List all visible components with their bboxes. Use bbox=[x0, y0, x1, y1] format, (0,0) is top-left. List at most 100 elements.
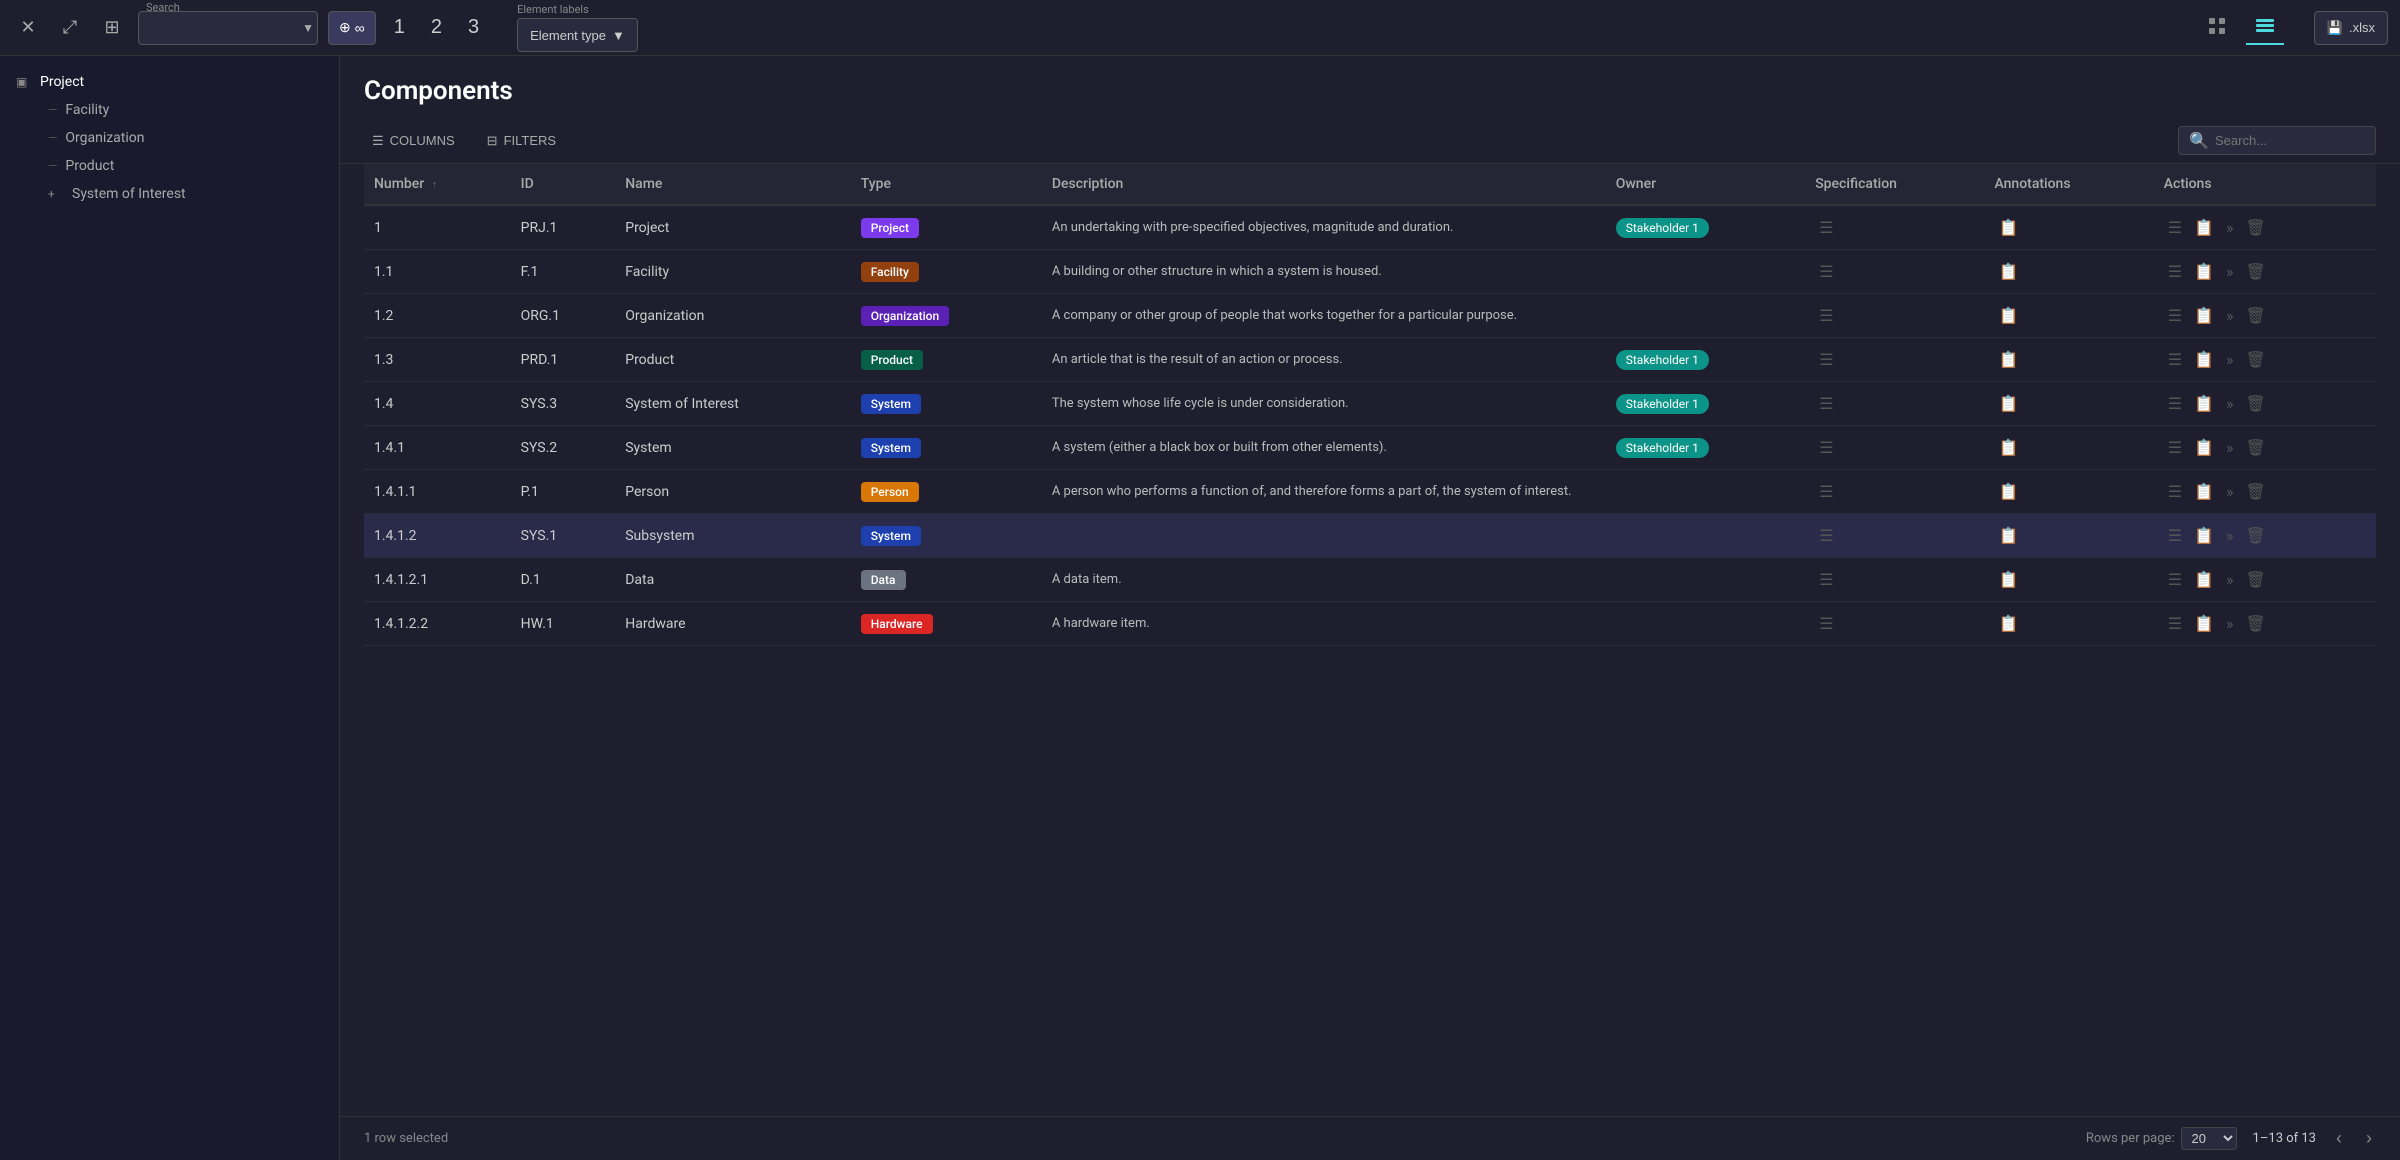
expand-button[interactable]: ⤢ bbox=[54, 12, 86, 44]
table-row[interactable]: 1.4 SYS.3 System of Interest System The … bbox=[364, 382, 2376, 426]
notes-icon[interactable]: 📋 bbox=[2190, 304, 2218, 327]
delete-row-icon[interactable]: 🗑 bbox=[2242, 216, 2270, 239]
rows-per-page-select[interactable]: 20 50 100 bbox=[2181, 1127, 2237, 1150]
checklist-icon[interactable]: ☰ bbox=[2164, 392, 2186, 415]
table-row[interactable]: 1.4.1.2 SYS.1 Subsystem System ☰ 📋 ☰ 📋 »… bbox=[364, 514, 2376, 558]
sidebar-item-product[interactable]: — Product bbox=[0, 152, 339, 180]
layer-button[interactable]: ⊕ ∞ bbox=[328, 11, 376, 45]
table-view-button[interactable] bbox=[2246, 11, 2284, 45]
expand-row-icon[interactable]: » bbox=[2222, 216, 2238, 239]
spec-icon[interactable]: ☰ bbox=[1815, 480, 1837, 503]
close-button[interactable]: ✕ bbox=[12, 12, 44, 44]
annot-icon[interactable]: 📋 bbox=[1994, 436, 2022, 459]
actions-cell: ☰ 📋 » 🗑 bbox=[2164, 392, 2366, 415]
cell-number: 1.4.1.1 bbox=[364, 470, 511, 514]
expand-row-icon[interactable]: » bbox=[2222, 568, 2238, 591]
tree-view-button[interactable] bbox=[2198, 11, 2236, 45]
expand-row-icon[interactable]: » bbox=[2222, 304, 2238, 327]
checklist-icon[interactable]: ☰ bbox=[2164, 260, 2186, 283]
spec-icon[interactable]: ☰ bbox=[1815, 260, 1837, 283]
delete-row-icon[interactable]: 🗑 bbox=[2242, 524, 2270, 547]
expand-row-icon[interactable]: » bbox=[2222, 524, 2238, 547]
sidebar-item-project[interactable]: ▣ Project bbox=[0, 68, 339, 96]
cell-description: A company or other group of people that … bbox=[1042, 294, 1606, 338]
spec-icon[interactable]: ☰ bbox=[1815, 436, 1837, 459]
annot-icon[interactable]: 📋 bbox=[1994, 392, 2022, 415]
delete-row-icon[interactable]: 🗑 bbox=[2242, 612, 2270, 635]
columns-button[interactable]: ☰ COLUMNS bbox=[364, 129, 463, 153]
checklist-icon[interactable]: ☰ bbox=[2164, 436, 2186, 459]
notes-icon[interactable]: 📋 bbox=[2190, 524, 2218, 547]
delete-row-icon[interactable]: 🗑 bbox=[2242, 480, 2270, 503]
expand-row-icon[interactable]: » bbox=[2222, 392, 2238, 415]
spec-icon[interactable]: ☰ bbox=[1815, 612, 1837, 635]
annot-icon[interactable]: 📋 bbox=[1994, 304, 2022, 327]
expand-row-icon[interactable]: » bbox=[2222, 612, 2238, 635]
spec-icon[interactable]: ☰ bbox=[1815, 392, 1837, 415]
expand-row-icon[interactable]: » bbox=[2222, 436, 2238, 459]
delete-row-icon[interactable]: 🗑 bbox=[2242, 392, 2270, 415]
num3-button[interactable]: 3 bbox=[460, 11, 487, 45]
filters-button[interactable]: ⊟ FILTERS bbox=[479, 129, 564, 153]
checklist-icon[interactable]: ☰ bbox=[2164, 304, 2186, 327]
search-input[interactable] bbox=[138, 11, 318, 45]
notes-icon[interactable]: 📋 bbox=[2190, 260, 2218, 283]
sidebar-item-facility[interactable]: — Facility bbox=[0, 96, 339, 124]
owner-badge: Stakeholder 1 bbox=[1616, 218, 1709, 238]
annot-icon[interactable]: 📋 bbox=[1994, 480, 2022, 503]
sidebar-item-organization[interactable]: — Organization bbox=[0, 124, 339, 152]
annot-icon[interactable]: 📋 bbox=[1994, 568, 2022, 591]
annot-icon[interactable]: 📋 bbox=[1994, 216, 2022, 239]
table-row[interactable]: 1.2 ORG.1 Organization Organization A co… bbox=[364, 294, 2376, 338]
expand-row-icon[interactable]: » bbox=[2222, 348, 2238, 371]
checklist-icon[interactable]: ☰ bbox=[2164, 480, 2186, 503]
spec-icon[interactable]: ☰ bbox=[1815, 348, 1837, 371]
table-search-input[interactable] bbox=[2215, 133, 2365, 148]
pagination-next-button[interactable]: › bbox=[2362, 1128, 2376, 1149]
table-row[interactable]: 1.4.1 SYS.2 System System A system (eith… bbox=[364, 426, 2376, 470]
table-row[interactable]: 1.1 F.1 Facility Facility A building or … bbox=[364, 250, 2376, 294]
delete-row-icon[interactable]: 🗑 bbox=[2242, 304, 2270, 327]
table-row[interactable]: 1.4.1.2.2 HW.1 Hardware Hardware A hardw… bbox=[364, 602, 2376, 646]
search-dropdown-button[interactable]: ▼ bbox=[302, 21, 314, 35]
spec-icon[interactable]: ☰ bbox=[1815, 216, 1837, 239]
notes-icon[interactable]: 📋 bbox=[2190, 436, 2218, 459]
delete-row-icon[interactable]: 🗑 bbox=[2242, 348, 2270, 371]
notes-icon[interactable]: 📋 bbox=[2190, 392, 2218, 415]
checklist-icon[interactable]: ☰ bbox=[2164, 568, 2186, 591]
table-row[interactable]: 1.4.1.1 P.1 Person Person A person who p… bbox=[364, 470, 2376, 514]
table-row[interactable]: 1.4.1.2.1 D.1 Data Data A data item. ☰ 📋… bbox=[364, 558, 2376, 602]
element-labels-container: Element labels Element type ▼ bbox=[517, 3, 638, 52]
spec-icon[interactable]: ☰ bbox=[1815, 524, 1837, 547]
pin-button[interactable]: ⊞ bbox=[96, 12, 128, 44]
spec-icon[interactable]: ☰ bbox=[1815, 304, 1837, 327]
delete-row-icon[interactable]: 🗑 bbox=[2242, 260, 2270, 283]
sidebar-item-system-of-interest[interactable]: + System of Interest bbox=[0, 180, 339, 208]
notes-icon[interactable]: 📋 bbox=[2190, 568, 2218, 591]
checklist-icon[interactable]: ☰ bbox=[2164, 524, 2186, 547]
table-row[interactable]: 1.3 PRD.1 Product Product An article tha… bbox=[364, 338, 2376, 382]
table-row[interactable]: 1 PRJ.1 Project Project An undertaking w… bbox=[364, 205, 2376, 250]
checklist-icon[interactable]: ☰ bbox=[2164, 216, 2186, 239]
num2-button[interactable]: 2 bbox=[423, 11, 450, 45]
delete-row-icon[interactable]: 🗑 bbox=[2242, 436, 2270, 459]
spec-icon[interactable]: ☰ bbox=[1815, 568, 1837, 591]
delete-row-icon[interactable]: 🗑 bbox=[2242, 568, 2270, 591]
expand-row-icon[interactable]: » bbox=[2222, 480, 2238, 503]
notes-icon[interactable]: 📋 bbox=[2190, 612, 2218, 635]
notes-icon[interactable]: 📋 bbox=[2190, 348, 2218, 371]
expand-row-icon[interactable]: » bbox=[2222, 260, 2238, 283]
num1-button[interactable]: 1 bbox=[386, 11, 413, 45]
checklist-icon[interactable]: ☰ bbox=[2164, 348, 2186, 371]
notes-icon[interactable]: 📋 bbox=[2190, 216, 2218, 239]
checklist-icon[interactable]: ☰ bbox=[2164, 612, 2186, 635]
facility-dash: — bbox=[48, 103, 57, 117]
notes-icon[interactable]: 📋 bbox=[2190, 480, 2218, 503]
export-button[interactable]: 💾 .xlsx bbox=[2314, 11, 2388, 45]
annot-icon[interactable]: 📋 bbox=[1994, 260, 2022, 283]
annot-icon[interactable]: 📋 bbox=[1994, 348, 2022, 371]
annot-icon[interactable]: 📋 bbox=[1994, 612, 2022, 635]
annot-icon[interactable]: 📋 bbox=[1994, 524, 2022, 547]
pagination-prev-button[interactable]: ‹ bbox=[2332, 1128, 2346, 1149]
element-type-button[interactable]: Element type ▼ bbox=[517, 18, 638, 52]
